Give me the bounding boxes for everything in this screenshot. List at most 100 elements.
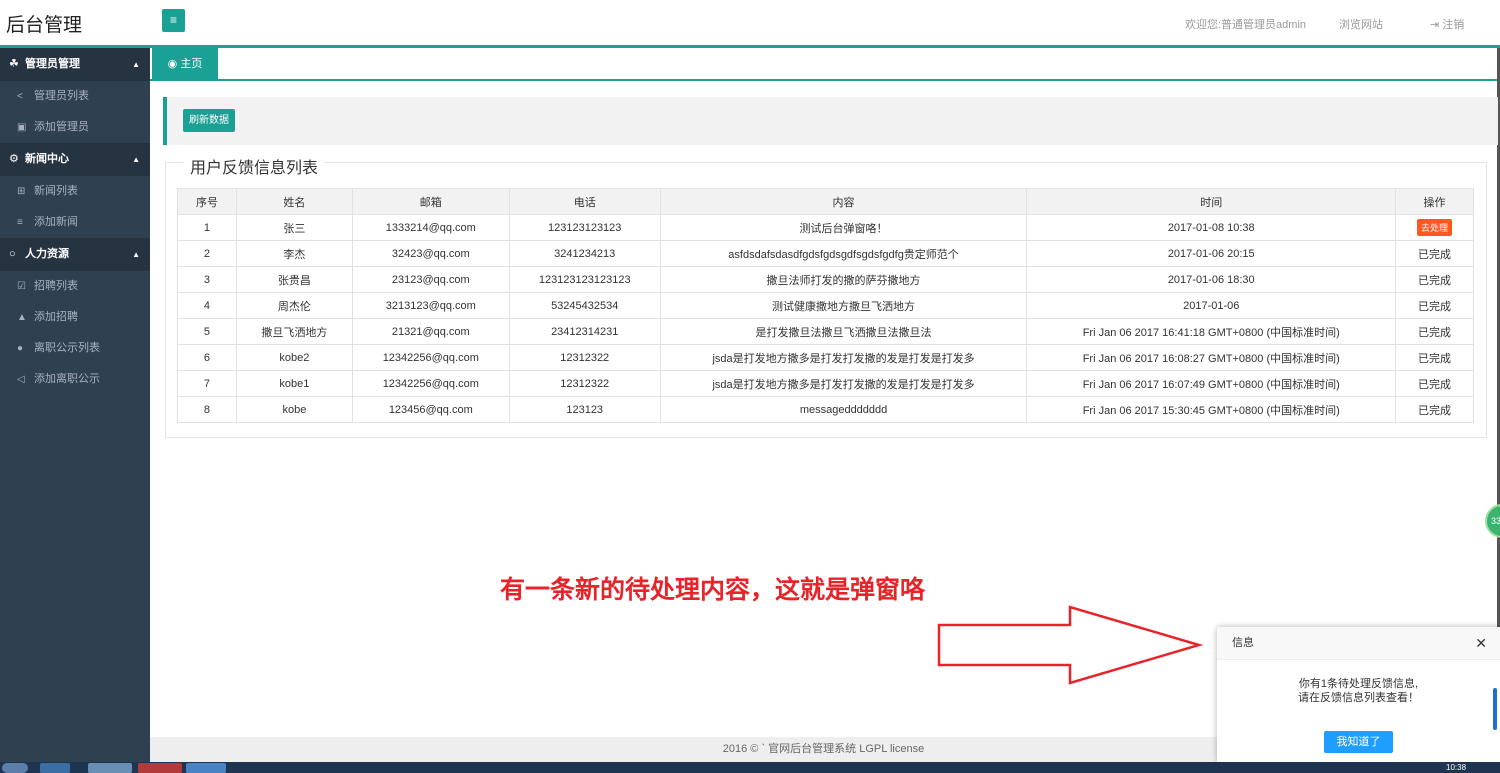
cell-status: 已完成: [1395, 292, 1474, 319]
table-row: 2 李杰 32423@qq.com 3241234213 asfdsdafsda…: [177, 240, 1474, 267]
taskbar-clock: 10:38: [1446, 763, 1467, 772]
tab-bar: ◉ 主页: [150, 48, 1500, 81]
popup-title: 信息: [1232, 637, 1254, 649]
hamburger-icon[interactable]: ≡: [162, 9, 185, 32]
cell-status: 已完成: [1395, 266, 1474, 293]
top-header: 后台管理 ≡ 欢迎您:普通管理员admin 浏览网站 ⇥ 注销: [0, 0, 1500, 48]
sidebar-group-label: 人力资源: [25, 248, 69, 260]
table-row: 4 周杰伦 3213123@qq.com 53245432534 测试健康撒地方…: [177, 292, 1474, 319]
cell-name: 周杰伦: [235, 292, 353, 319]
popup-message-line2: 请在反馈信息列表查看！: [1298, 692, 1419, 704]
sidebar-item-news-list[interactable]: ⊞ 新闻列表: [0, 176, 150, 207]
table-row: 3 张贵昌 23123@qq.com 123123123123123 撒旦法师打…: [177, 266, 1474, 293]
cell-index: 7: [177, 370, 237, 397]
sidebar-item-add-recruit[interactable]: ▲ 添加招聘: [0, 302, 150, 333]
popup-scrollbar[interactable]: [1493, 688, 1497, 730]
cell-time: Fri Jan 06 2017 16:08:27 GMT+0800 (中国标准时…: [1026, 344, 1397, 371]
sidebar-item-add-news[interactable]: ≡ 添加新闻: [0, 207, 150, 238]
cell-email: 23123@qq.com: [351, 266, 510, 293]
dashboard-icon: ◉: [167, 58, 181, 70]
cell-status: 已完成: [1395, 240, 1474, 267]
folder-icon[interactable]: [88, 763, 132, 773]
cell-time: 2017-01-06: [1026, 292, 1397, 319]
info-popup: 信息 ✕ 你有1条待处理反馈信息, 请在反馈信息列表查看！ 我知道了: [1217, 627, 1500, 762]
cell-phone: 23412314231: [508, 318, 661, 345]
cell-phone: 53245432534: [508, 292, 661, 319]
sidebar-item-label: 添加新闻: [34, 216, 78, 228]
popup-body: 你有1条待处理反馈信息, 请在反馈信息列表查看！: [1217, 660, 1500, 705]
cell-phone: 3241234213: [508, 240, 661, 267]
sidebar-item-label: 新闻列表: [34, 185, 78, 197]
handle-button[interactable]: 去处理: [1417, 219, 1453, 236]
table-row: 6 kobe2 12342256@qq.com 12312322 jsda是打发…: [177, 344, 1474, 371]
cell-index: 8: [177, 396, 237, 423]
popup-header: 信息 ✕: [1217, 627, 1500, 660]
cell-name: 撒旦飞洒地方: [235, 318, 353, 345]
cell-content: asfdsdafsdasdfgdsfgdsgdfsgdsfgdfg贵定师范个: [659, 240, 1028, 267]
toolbar: 刷新数据: [163, 97, 1498, 145]
cell-email: 123456@qq.com: [351, 396, 510, 423]
logout-icon: ⇥: [1430, 19, 1443, 31]
browse-site-link[interactable]: 浏览网站: [1339, 16, 1383, 32]
cell-name: kobe: [235, 396, 353, 423]
sidebar-group-hr[interactable]: ○ 人力资源 ▲: [0, 238, 150, 271]
refresh-button[interactable]: 刷新数据: [183, 109, 235, 132]
table-header-row: 序号 姓名 邮箱 电话 内容 时间 操作: [177, 188, 1474, 215]
share-icon: <: [17, 91, 23, 102]
table-row: 7 kobe1 12342256@qq.com 12312322 jsda是打发…: [177, 370, 1474, 397]
feedback-table: 序号 姓名 邮箱 电话 内容 时间 操作 1 张三 1333214@qq.com…: [177, 188, 1474, 423]
sidebar-item-add-admin[interactable]: ▣ 添加管理员: [0, 112, 150, 143]
cell-status: 已完成: [1395, 396, 1474, 423]
floating-badge[interactable]: 33: [1485, 504, 1500, 538]
sidebar-item-admin-list[interactable]: < 管理员列表: [0, 81, 150, 112]
cell-time: 2017-01-08 10:38: [1026, 214, 1397, 241]
browser-icon[interactable]: [40, 763, 70, 773]
logout-link[interactable]: ⇥ 注销: [1430, 16, 1464, 32]
cell-content: 测试后台弹窗咯！: [659, 214, 1028, 241]
cell-time: 2017-01-06 18:30: [1026, 266, 1397, 293]
sidebar-item-resign-list[interactable]: ● 离职公示列表: [0, 333, 150, 364]
popup-message-line1: 你有1条待处理反馈信息,: [1298, 678, 1419, 690]
sidebar-group-admin[interactable]: ☘ 管理员管理 ▲: [0, 48, 150, 81]
sidebar: ☘ 管理员管理 ▲ < 管理员列表 ▣ 添加管理员 ⚙ 新闻中心 ▲ ⊞ 新闻列表 ≡ 添加新闻…: [0, 48, 150, 773]
column-header: 姓名: [235, 188, 353, 215]
sidebar-group-label: 管理员管理: [25, 58, 80, 70]
cell-name: 张贵昌: [235, 266, 353, 293]
cell-index: 4: [177, 292, 237, 319]
list-icon: ≡: [17, 217, 23, 228]
sidebar-item-recruit-list[interactable]: ☑ 招聘列表: [0, 271, 150, 302]
cell-phone: 123123123123123: [508, 266, 661, 293]
grid-icon: ⊞: [17, 186, 26, 197]
cell-name: kobe1: [235, 370, 353, 397]
chrome-icon[interactable]: [138, 763, 182, 773]
cell-time: Fri Jan 06 2017 16:07:49 GMT+0800 (中国标准时…: [1026, 370, 1397, 397]
sidebar-group-news[interactable]: ⚙ 新闻中心 ▲: [0, 143, 150, 176]
start-icon[interactable]: [2, 763, 28, 773]
caret-up-icon: ▲: [132, 60, 140, 69]
cell-content: jsda是打发地方撒多是打发打发撒的发是打发是打发多: [659, 344, 1028, 371]
cell-time: 2017-01-06 20:15: [1026, 240, 1397, 267]
cogs-icon: ⚙: [9, 153, 19, 165]
cell-action: 去处理: [1395, 214, 1474, 241]
cell-email: 1333214@qq.com: [351, 214, 510, 241]
sidebar-item-label: 招聘列表: [34, 280, 78, 292]
app-icon[interactable]: [186, 763, 226, 773]
cell-time: Fri Jan 06 2017 16:41:18 GMT+0800 (中国标准时…: [1026, 318, 1397, 345]
acknowledge-button[interactable]: 我知道了: [1324, 731, 1393, 753]
circle-icon: ○: [9, 248, 16, 260]
check-square-icon: ☑: [17, 281, 26, 292]
sidebar-item-label: 离职公示列表: [34, 342, 100, 354]
cell-content: 撒旦法师打发的撒的萨芬撒地方: [659, 266, 1028, 293]
cell-email: 3213123@qq.com: [351, 292, 510, 319]
table-row: 1 张三 1333214@qq.com 123123123123 测试后台弹窗咯…: [177, 214, 1474, 241]
caret-up-icon: ▲: [132, 155, 140, 164]
column-header: 邮箱: [351, 188, 510, 215]
cell-phone: 12312322: [508, 370, 661, 397]
tab-home[interactable]: ◉ 主页: [152, 48, 218, 81]
column-header: 电话: [508, 188, 661, 215]
cell-status: 已完成: [1395, 344, 1474, 371]
close-icon[interactable]: ✕: [1475, 627, 1487, 660]
card-icon: ▣: [17, 122, 27, 133]
sidebar-item-add-resign[interactable]: ◁ 添加离职公示: [0, 364, 150, 395]
caret-up-icon: ▲: [132, 250, 140, 259]
